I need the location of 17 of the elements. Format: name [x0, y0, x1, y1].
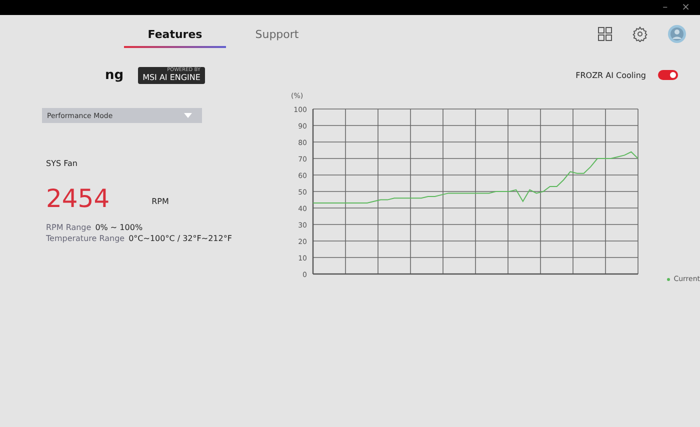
settings-icon[interactable]: [632, 26, 648, 42]
caret-icon: [184, 113, 192, 118]
tab[interactable]: Features: [124, 20, 226, 48]
rpm-unit: RPM: [152, 197, 169, 206]
grid-icon[interactable]: [598, 27, 612, 41]
fan-name: SYS Fan: [46, 159, 78, 168]
cooling-toggle[interactable]: [658, 70, 678, 80]
detail-label: Temperature Range: [46, 234, 125, 243]
toggle-label: FROZR AI Cooling: [576, 70, 646, 80]
page-title: ng: [105, 68, 124, 82]
minimize-button[interactable]: –: [662, 2, 668, 12]
detail-value: 0% ~ 100%: [95, 223, 143, 232]
detail-value: 0°C~100°C / 32°F~212°F: [128, 234, 232, 243]
detail-label: RPM Range: [46, 223, 92, 232]
rpm-value: 2454: [46, 184, 110, 213]
close-button[interactable]: ×: [682, 2, 690, 12]
tab[interactable]: Support: [226, 20, 328, 48]
